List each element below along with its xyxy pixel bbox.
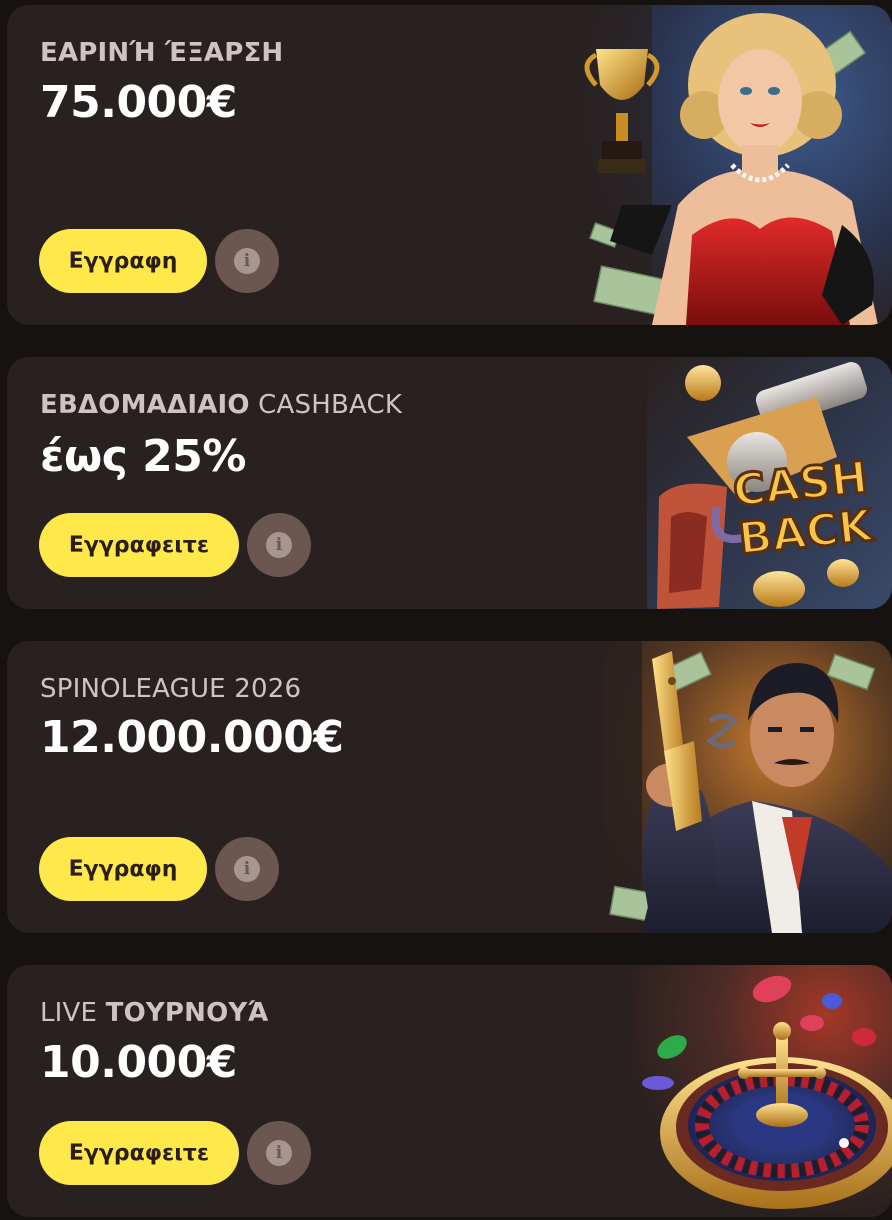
promotion-title: ΕΑΡΙΝΉ ΈΞΑΡΣΗ (40, 38, 283, 68)
glamour-woman-trophy-icon (582, 5, 892, 325)
cashback-revolver-icon: CASH BACK (647, 357, 892, 609)
info-icon: i (234, 248, 260, 274)
register-button[interactable]: Εγγραφη (39, 229, 207, 293)
promotion-title-bold: ΕΒΔΟΜΑΔΙΑΙΟ (40, 390, 250, 420)
info-button[interactable]: i (247, 513, 311, 577)
promotion-card-live-tournaments[interactable]: LIVE ΤΟΥΡΝΟΥΆ 10.000€ Εγγραφειτε i (7, 965, 892, 1217)
promotion-prize-amount: έως 25% (40, 431, 246, 482)
info-icon: i (266, 1140, 292, 1166)
promotion-title: ΕΒΔΟΜΑΔΙΑΙΟ CASHBACK (40, 390, 402, 420)
info-button[interactable]: i (247, 1121, 311, 1185)
promotion-card-weekly-cashback[interactable]: ΕΒΔΟΜΑΔΙΑΙΟ CASHBACK έως 25% Εγγραφειτε … (7, 357, 892, 609)
roulette-wheel-chips-icon (632, 965, 892, 1217)
register-button[interactable]: Εγγραφη (39, 837, 207, 901)
promotion-prize-amount: 12.000.000€ (40, 712, 344, 763)
promotions-list: ΕΑΡΙΝΉ ΈΞΑΡΣΗ 75.000€ Εγγραφη i ΕΒΔΟΜΑΔΙ… (0, 0, 892, 1220)
promotion-title-regular: CASHBACK (249, 390, 403, 420)
mobster-with-gold-pistol-icon (602, 641, 892, 933)
promotion-title: LIVE ΤΟΥΡΝΟΥΆ (40, 998, 268, 1028)
register-button[interactable]: Εγγραφειτε (39, 1121, 239, 1185)
promotion-title-bold: ΤΟΥΡΝΟΥΆ (105, 998, 269, 1028)
info-icon: i (266, 532, 292, 558)
promotion-prize-amount: 10.000€ (40, 1037, 237, 1088)
register-button[interactable]: Εγγραφειτε (39, 513, 239, 577)
promotion-title-regular: LIVE (40, 998, 106, 1028)
promotion-title-bold: ΕΑΡΙΝΉ ΈΞΑΡΣΗ (40, 38, 284, 68)
promotion-card-spinoleague[interactable]: SPINOLEAGUE 2026 12.000.000€ Εγγραφη i (7, 641, 892, 933)
info-icon: i (234, 856, 260, 882)
promotion-title: SPINOLEAGUE 2026 (40, 674, 301, 704)
info-button[interactable]: i (215, 837, 279, 901)
info-button[interactable]: i (215, 229, 279, 293)
promotion-card-spring-surge[interactable]: ΕΑΡΙΝΉ ΈΞΑΡΣΗ 75.000€ Εγγραφη i (7, 5, 892, 325)
promotion-prize-amount: 75.000€ (40, 77, 237, 128)
promotion-title-regular: SPINOLEAGUE 2026 (40, 674, 302, 704)
